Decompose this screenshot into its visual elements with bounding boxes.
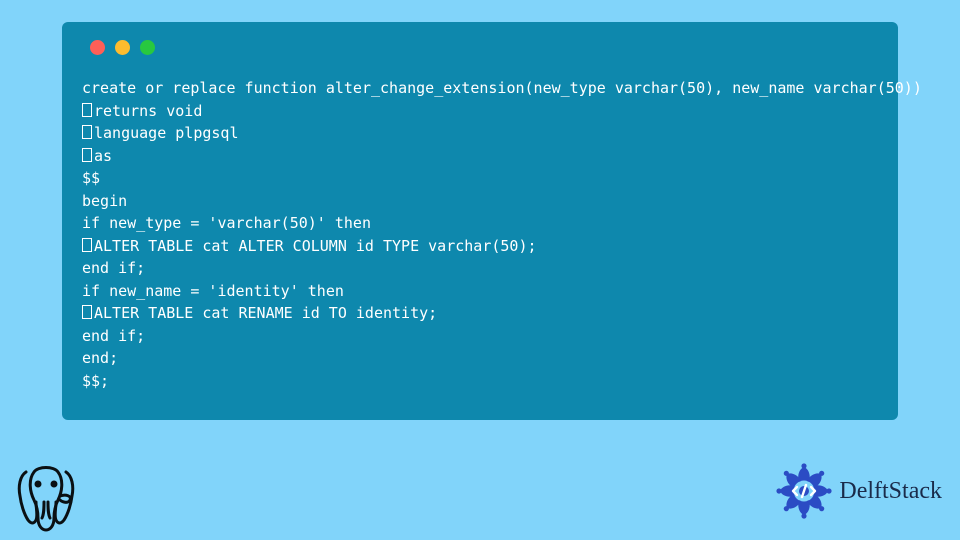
code-text: if new_name = 'identity' then <box>82 282 344 300</box>
code-text: ALTER TABLE cat RENAME id TO identity; <box>94 304 437 322</box>
code-text: end if; <box>82 327 145 345</box>
code-text: as <box>94 147 112 165</box>
indent-glyph-icon <box>82 125 92 139</box>
close-icon <box>90 40 105 55</box>
code-block: create or replace function alter_change_… <box>82 77 878 392</box>
code-line: end; <box>82 347 878 370</box>
code-line: returns void <box>82 100 878 123</box>
code-line: ALTER TABLE cat ALTER COLUMN id TYPE var… <box>82 235 878 258</box>
window-traffic-lights <box>90 40 878 55</box>
delftstack-logo-icon <box>775 462 833 520</box>
code-text: end; <box>82 349 118 367</box>
postgres-logo-icon <box>14 462 78 532</box>
code-text: $$ <box>82 169 100 187</box>
code-text: create or replace function alter_change_… <box>82 79 922 97</box>
code-line: begin <box>82 190 878 213</box>
brand-name: DelftStack <box>839 478 942 505</box>
code-line: as <box>82 145 878 168</box>
delftstack-brand: DelftStack <box>775 462 942 520</box>
code-window: create or replace function alter_change_… <box>62 22 898 420</box>
code-line: $$ <box>82 167 878 190</box>
minimize-icon <box>115 40 130 55</box>
code-text: language plpgsql <box>94 124 239 142</box>
footer: DelftStack <box>0 440 960 540</box>
code-text: begin <box>82 192 127 210</box>
code-line: if new_type = 'varchar(50)' then <box>82 212 878 235</box>
code-line: end if; <box>82 257 878 280</box>
code-text: if new_type = 'varchar(50)' then <box>82 214 371 232</box>
indent-glyph-icon <box>82 305 92 319</box>
code-line: $$; <box>82 370 878 393</box>
maximize-icon <box>140 40 155 55</box>
indent-glyph-icon <box>82 103 92 117</box>
indent-glyph-icon <box>82 238 92 252</box>
code-line: if new_name = 'identity' then <box>82 280 878 303</box>
code-line: language plpgsql <box>82 122 878 145</box>
code-line: ALTER TABLE cat RENAME id TO identity; <box>82 302 878 325</box>
indent-glyph-icon <box>82 148 92 162</box>
code-text: ALTER TABLE cat ALTER COLUMN id TYPE var… <box>94 237 537 255</box>
code-text: end if; <box>82 259 145 277</box>
code-line: end if; <box>82 325 878 348</box>
code-text: returns void <box>94 102 202 120</box>
code-text: $$; <box>82 372 109 390</box>
code-line: create or replace function alter_change_… <box>82 77 878 100</box>
